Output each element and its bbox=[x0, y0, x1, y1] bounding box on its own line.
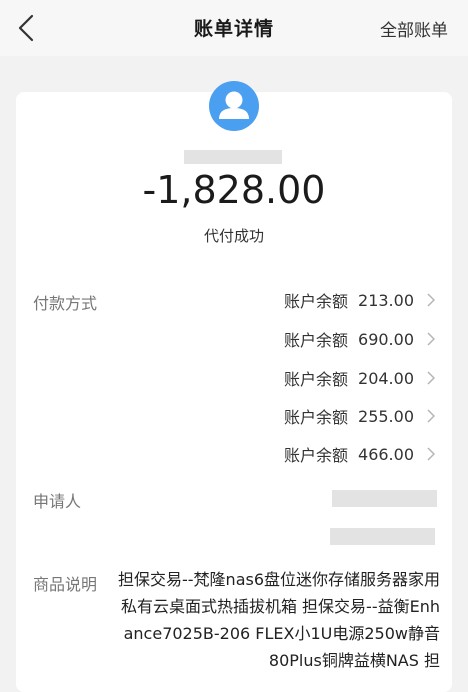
payment-item[interactable]: 账户余额 255.00 bbox=[284, 404, 435, 428]
product-description-label: 商品说明 bbox=[33, 575, 98, 594]
chevron-right-icon bbox=[427, 293, 435, 307]
payment-item[interactable]: 账户余额 204.00 bbox=[284, 366, 435, 390]
applicant-detail-redacted bbox=[330, 528, 435, 545]
payment-amount: 213.00 bbox=[358, 290, 414, 310]
chevron-right-icon bbox=[427, 447, 435, 461]
chevron-right-icon bbox=[427, 409, 435, 423]
payment-amount: 690.00 bbox=[358, 329, 414, 349]
avatar-icon bbox=[209, 81, 259, 131]
applicant-label: 申请人 bbox=[33, 492, 82, 511]
payment-method: 账户余额 bbox=[284, 331, 349, 350]
payment-item[interactable]: 账户余额 213.00 bbox=[284, 288, 435, 312]
payment-method: 账户余额 bbox=[284, 408, 349, 427]
payment-amount: 466.00 bbox=[358, 444, 414, 464]
payment-method: 账户余额 bbox=[284, 446, 349, 465]
payment-amount: 204.00 bbox=[358, 368, 414, 388]
navigation-bar: 账单详情 全部账单 bbox=[0, 0, 468, 56]
transaction-status: 代付成功 bbox=[203, 227, 264, 245]
chevron-right-icon bbox=[427, 332, 435, 346]
product-description: 担保交易--梵隆nas6盘位迷你存储服务器家用私有云桌面式热插拔机箱 担保交易-… bbox=[118, 570, 441, 670]
payment-item[interactable]: 账户余额 466.00 bbox=[284, 442, 435, 466]
payment-method-label: 付款方式 bbox=[33, 294, 98, 313]
chevron-right-icon bbox=[427, 371, 435, 385]
payment-item[interactable]: 账户余额 690.00 bbox=[284, 327, 435, 351]
applicant-name-redacted bbox=[332, 490, 437, 507]
payment-method: 账户余额 bbox=[284, 292, 349, 311]
payee-name-redacted bbox=[184, 150, 282, 164]
payment-amount: 255.00 bbox=[358, 406, 414, 426]
all-bills-link[interactable]: 全部账单 bbox=[380, 16, 448, 41]
payment-method: 账户余额 bbox=[284, 370, 349, 389]
bill-amount: -1,828.00 bbox=[142, 168, 326, 212]
